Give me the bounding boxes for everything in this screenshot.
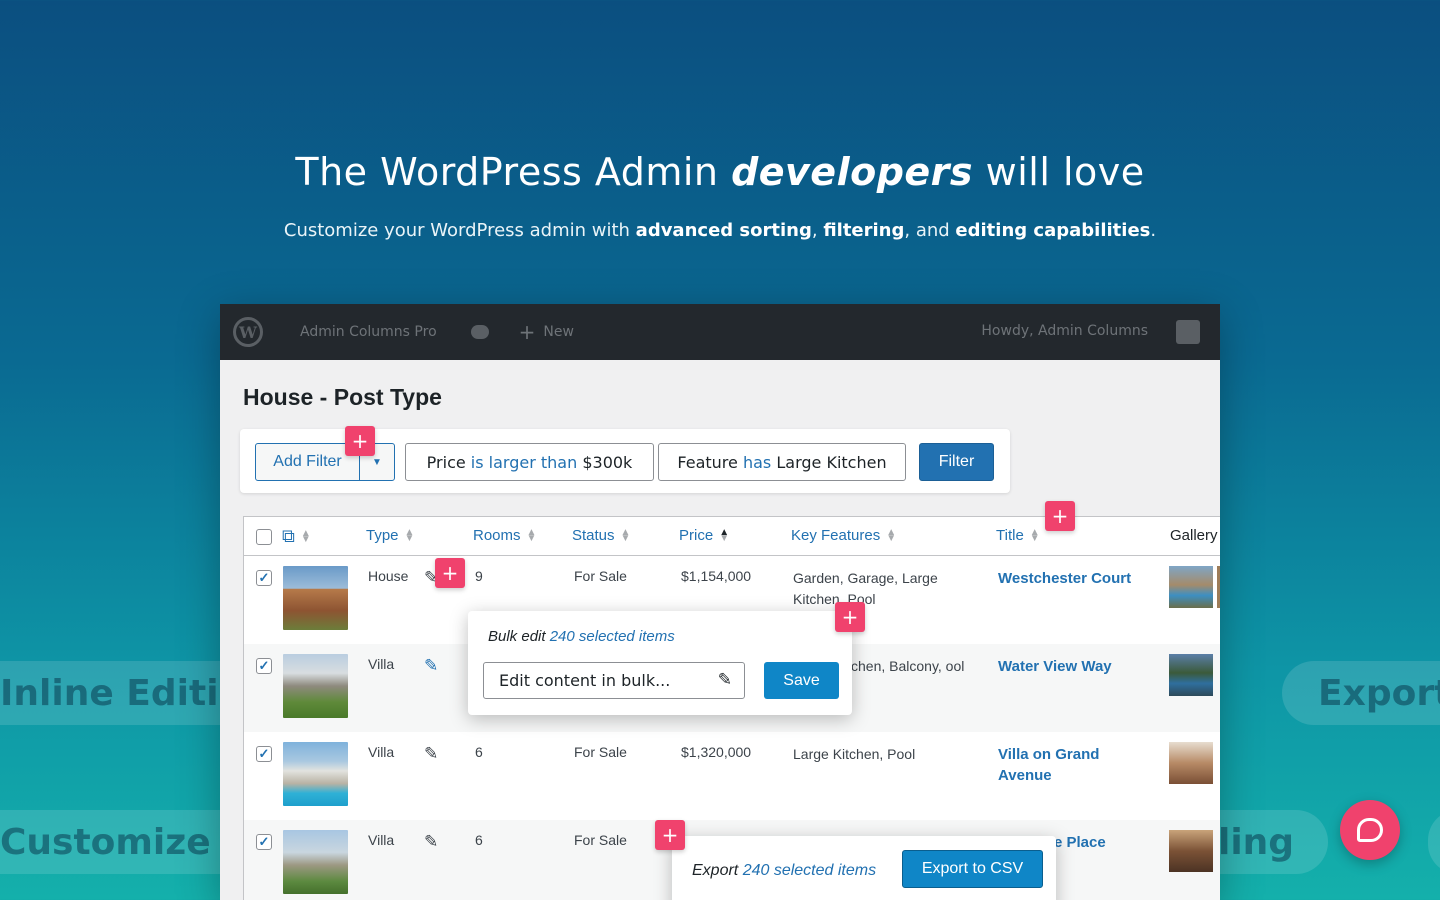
plus-icon[interactable]: + [655, 820, 685, 850]
house-thumbnail[interactable] [283, 566, 348, 630]
column-rooms[interactable]: Rooms ▲ ▼ [473, 527, 536, 544]
chat-button[interactable] [1340, 800, 1400, 860]
feature-pill-edge[interactable] [1428, 810, 1440, 874]
export-csv-button[interactable]: Export to CSV [902, 850, 1043, 888]
gallery-thumbnail[interactable] [1169, 742, 1213, 784]
pencil-icon: ✎ [717, 670, 732, 690]
cell-type: House [368, 568, 409, 584]
plus-icon: + [518, 320, 536, 344]
cell-price: $1,154,000 [681, 568, 752, 584]
plus-icon[interactable]: + [435, 558, 465, 588]
row-checkbox[interactable]: ✓ [256, 570, 272, 586]
gallery-thumbnail[interactable] [1169, 566, 1213, 608]
admin-bar-howdy[interactable]: Howdy, Admin Columns [981, 323, 1148, 339]
hero-subtitle: Customize your WordPress admin with adva… [283, 220, 1157, 241]
table-row: ✓ Villa ✎ 6 For Sale $1,320,000 Large Ki… [244, 732, 1220, 820]
cell-title-link[interactable]: Villa on Grand Avenue [998, 744, 1138, 786]
pencil-icon[interactable]: ✎ [424, 832, 438, 852]
plus-icon[interactable]: + [345, 426, 375, 456]
feature-pill-export[interactable]: Export [1282, 661, 1440, 725]
row-checkbox[interactable]: ✓ [256, 834, 272, 850]
hero-title: The WordPress Admin developers will love [295, 150, 1145, 194]
cell-rooms: 6 [475, 744, 483, 760]
avatar[interactable] [1176, 320, 1200, 344]
column-price[interactable]: Price ▲ ▼ [679, 527, 729, 544]
cell-type: Villa [368, 832, 395, 848]
cell-rooms: 9 [475, 568, 483, 584]
column-key-features[interactable]: Key Features ▲ ▼ [791, 527, 896, 544]
cell-title-link[interactable]: Water View Way [998, 656, 1112, 677]
row-checkbox[interactable]: ✓ [256, 746, 272, 762]
gallery-thumbnail[interactable] [1169, 654, 1213, 696]
filter-chip-price[interactable]: Price is larger than $300k [405, 443, 654, 481]
comment-icon[interactable] [470, 325, 489, 339]
plus-icon[interactable]: + [835, 602, 865, 632]
column-gallery: Gallery [1170, 527, 1218, 544]
wordpress-logo-icon[interactable]: W [220, 304, 276, 360]
filter-button[interactable]: Filter [919, 443, 994, 481]
select-all-checkbox[interactable] [256, 529, 272, 545]
admin-bar-site[interactable]: Admin Columns Pro [300, 324, 437, 340]
cell-features: Large Kitchen, Pool [793, 746, 916, 762]
gallery-thumbnail[interactable] [1169, 830, 1213, 872]
column-title[interactable]: Title ▲ ▼ [996, 527, 1040, 544]
bulk-edit-input[interactable]: Edit content in bulk... ✎ [483, 662, 745, 699]
admin-bar: W Admin Columns Pro + New Howdy, Admin Co… [220, 304, 1220, 360]
admin-window: W Admin Columns Pro + New Howdy, Admin Co… [220, 304, 1220, 900]
columns-icon[interactable]: ⧉ ▲ ▼ [282, 526, 311, 547]
plus-icon[interactable]: + [1045, 501, 1075, 531]
row-checkbox[interactable]: ✓ [256, 658, 272, 674]
cell-status: For Sale [574, 832, 627, 848]
pencil-icon[interactable]: ✎ [424, 744, 438, 764]
cell-features: Garden, Garage, Large Kitchen, Pool [793, 570, 938, 607]
column-status[interactable]: Status ▲ ▼ [572, 527, 630, 544]
house-thumbnail[interactable] [283, 830, 348, 894]
bulk-edit-header: Bulk edit 240 selected items [488, 628, 675, 645]
gallery-thumbnail[interactable] [1217, 566, 1220, 608]
pencil-icon[interactable]: ✎ [424, 656, 438, 676]
export-header: Export 240 selected items [692, 862, 877, 879]
page-title: House - Post Type [243, 384, 442, 410]
bulk-edit-popover: Bulk edit 240 selected items Edit conten… [468, 611, 852, 715]
cell-status: For Sale [574, 568, 627, 584]
house-thumbnail[interactable] [283, 742, 348, 806]
export-popover: Export 240 selected items Export to CSV [672, 836, 1056, 900]
column-type[interactable]: Type ▲ ▼ [366, 527, 414, 544]
chat-bubble-icon [1357, 818, 1383, 842]
save-button[interactable]: Save [764, 662, 839, 699]
house-thumbnail[interactable] [283, 654, 348, 718]
cell-price: $1,320,000 [681, 744, 752, 760]
admin-bar-new[interactable]: + New [519, 320, 574, 344]
cell-title-link[interactable]: Westchester Court [998, 568, 1131, 589]
cell-type: Villa [368, 656, 395, 672]
filter-chip-feature[interactable]: Feature has Large Kitchen [658, 443, 906, 481]
cell-rooms: 6 [475, 832, 483, 848]
cell-status: For Sale [574, 744, 627, 760]
cell-type: Villa [368, 744, 395, 760]
